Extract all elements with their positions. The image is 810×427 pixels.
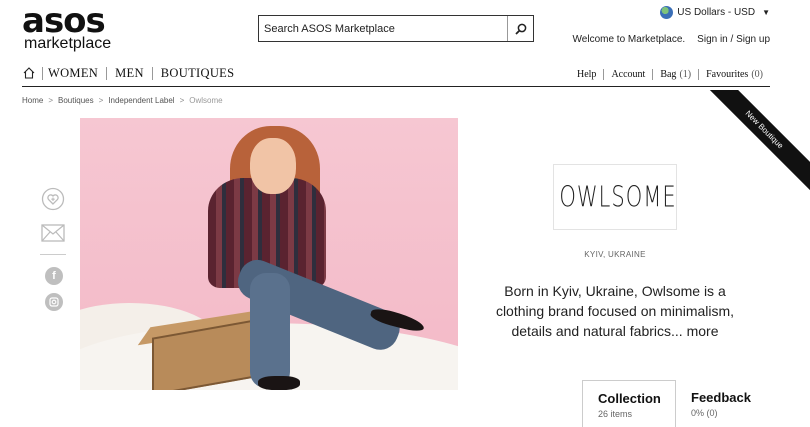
boutique-tabs: Collection 26 items Feedback 0% (0): [582, 380, 772, 427]
bag-label: Bag: [660, 69, 677, 80]
heart-icon: [41, 187, 65, 211]
email-share-button[interactable]: [40, 220, 66, 246]
hero-image: [80, 118, 458, 390]
breadcrumb: Home > Boutiques > Independent Label > O…: [22, 96, 223, 105]
brand-name: OWLSOME: [559, 180, 677, 214]
ribbon-label: New Boutique: [700, 90, 810, 194]
globe-icon: [660, 6, 674, 19]
tab-count: 0% (0): [691, 408, 718, 418]
welcome-bar: Welcome to Marketplace. Sign in / Sign u…: [573, 34, 770, 45]
search-button[interactable]: [507, 16, 533, 41]
tab-count: 26 items: [598, 409, 633, 419]
logo-wordmark: asos: [22, 1, 106, 41]
signin-link[interactable]: Sign in / Sign up: [697, 34, 770, 45]
breadcrumb-current: Owlsome: [189, 96, 223, 105]
favourites-count: (0): [751, 69, 763, 80]
nav-women[interactable]: WOMEN: [42, 66, 106, 80]
nav-men[interactable]: MEN: [106, 66, 152, 80]
logo-subtitle: marketplace: [24, 35, 112, 52]
caret-down-icon: ▼: [762, 8, 770, 17]
bag-count: (1): [679, 69, 692, 80]
tab-title: Collection: [598, 391, 661, 406]
brand-location: KYIV, UKRAINE: [584, 250, 646, 259]
currency-label: US Dollars - USD: [677, 7, 756, 18]
search-input[interactable]: [259, 16, 507, 41]
breadcrumb-separator: >: [98, 96, 104, 105]
currency-selector[interactable]: US Dollars - USD ▼: [660, 6, 770, 19]
search-bar: [258, 15, 534, 42]
help-link[interactable]: Help: [570, 69, 603, 80]
nav-boutiques[interactable]: BOUTIQUES: [151, 66, 243, 80]
favourites-label: Favourites: [706, 69, 749, 80]
new-boutique-ribbon: New Boutique: [690, 90, 810, 210]
tab-collection[interactable]: Collection 26 items: [582, 380, 676, 427]
welcome-text: Welcome to Marketplace.: [572, 34, 686, 45]
account-link[interactable]: Account: [603, 69, 652, 80]
facebook-icon[interactable]: f: [45, 267, 63, 285]
mail-icon: [41, 224, 65, 242]
tab-title: Feedback: [691, 390, 751, 405]
breadcrumb-independent-label[interactable]: Independent Label: [108, 96, 174, 105]
brand-logo: OWLSOME: [553, 164, 677, 230]
share-sidebar: f: [40, 186, 68, 319]
breadcrumb-boutiques[interactable]: Boutiques: [58, 96, 94, 105]
bag-link[interactable]: Bag (1): [652, 69, 698, 80]
instagram-icon[interactable]: [45, 293, 63, 311]
asos-logo[interactable]: asos marketplace: [22, 1, 122, 52]
favourite-button[interactable]: [40, 186, 66, 212]
search-icon: [514, 23, 526, 35]
favourites-link[interactable]: Favourites (0): [698, 69, 770, 80]
breadcrumb-separator: >: [179, 96, 185, 105]
main-nav: WOMEN MEN BOUTIQUES Help Account Bag (1) …: [22, 62, 770, 87]
breadcrumb-home[interactable]: Home: [22, 96, 43, 105]
brand-description: Born in Kyiv, Ukraine, Owlsome is a clot…: [490, 281, 740, 341]
tab-feedback[interactable]: Feedback 0% (0): [676, 380, 770, 427]
home-icon[interactable]: [22, 66, 36, 80]
read-more-link[interactable]: more: [687, 323, 719, 339]
breadcrumb-separator: >: [48, 96, 54, 105]
share-divider: [40, 254, 66, 255]
